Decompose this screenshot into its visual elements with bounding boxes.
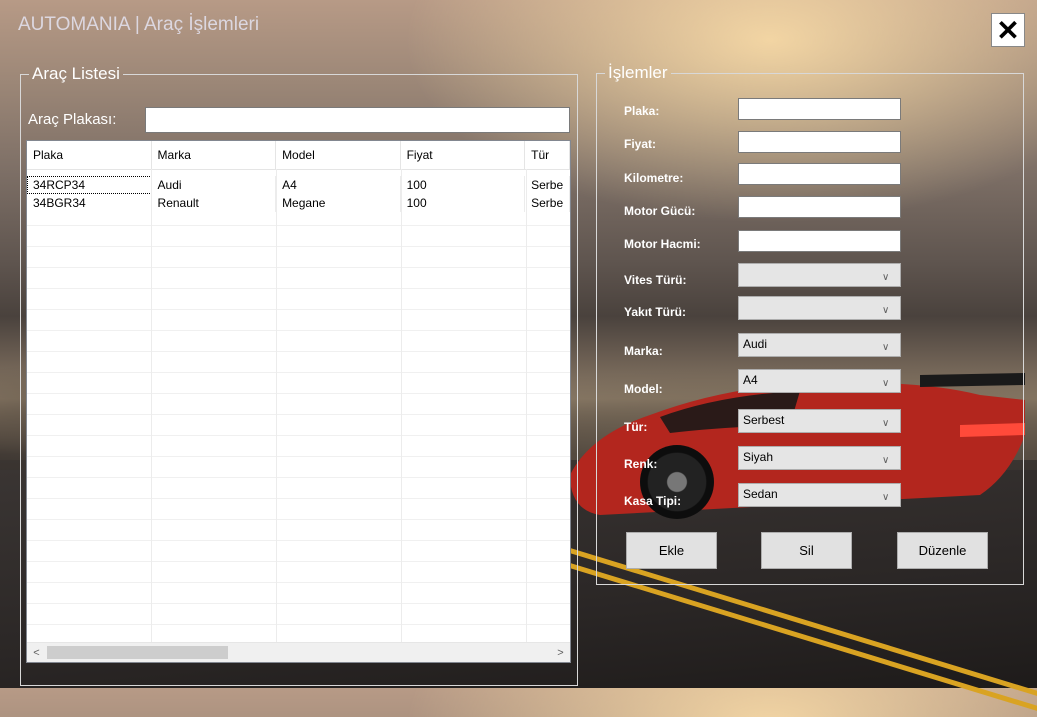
cell-model: A4 bbox=[276, 176, 401, 194]
model-select[interactable]: A4 ∨ bbox=[738, 369, 901, 393]
plaka-input[interactable] bbox=[738, 98, 901, 120]
table-row[interactable]: 34BGR34 Renault Megane 100 Serbe bbox=[27, 194, 570, 212]
cell-model: Megane bbox=[276, 194, 401, 212]
chevron-down-icon: ∨ bbox=[882, 305, 890, 316]
vites-turu-select[interactable]: ∨ bbox=[738, 263, 901, 287]
cell-plaka: 34RCP34 bbox=[27, 176, 152, 194]
chevron-down-icon: ∨ bbox=[882, 492, 890, 503]
motor-gucu-label: Motor Gücü: bbox=[624, 204, 696, 218]
listview-header: Plaka Marka Model Fiyat Tür bbox=[27, 141, 570, 170]
vites-turu-label: Vites Türü: bbox=[624, 273, 687, 287]
column-header-plaka[interactable]: Plaka bbox=[27, 141, 152, 169]
column-header-model[interactable]: Model bbox=[276, 141, 401, 169]
delete-button[interactable]: Sil bbox=[761, 532, 852, 569]
cell-fiyat: 100 bbox=[401, 194, 526, 212]
scroll-left-icon[interactable]: < bbox=[27, 643, 46, 662]
renk-label: Renk: bbox=[624, 457, 658, 471]
kilometre-label: Kilometre: bbox=[624, 171, 684, 185]
cell-tur: Serbe bbox=[525, 194, 570, 212]
chevron-down-icon: ∨ bbox=[882, 272, 890, 283]
operations-legend: İşlemler bbox=[608, 63, 668, 82]
tur-select[interactable]: Serbest ∨ bbox=[738, 409, 901, 433]
marka-value: Audi bbox=[743, 337, 768, 351]
fiyat-label: Fiyat: bbox=[624, 137, 657, 151]
vehicle-listview[interactable]: Plaka Marka Model Fiyat Tür 34RCP34 Audi… bbox=[26, 140, 571, 663]
renk-select[interactable]: Siyah ∨ bbox=[738, 446, 901, 470]
plaka-label: Plaka: bbox=[624, 104, 660, 118]
scroll-right-icon[interactable]: > bbox=[551, 643, 570, 662]
table-row[interactable]: 34RCP34 Audi A4 100 Serbe bbox=[27, 176, 570, 194]
listview-gridlines bbox=[27, 205, 570, 645]
column-header-marka[interactable]: Marka bbox=[152, 141, 277, 169]
yakit-turu-label: Yakıt Türü: bbox=[624, 305, 687, 319]
chevron-down-icon: ∨ bbox=[882, 342, 890, 353]
window-title: AUTOMANIA | Araç İşlemleri bbox=[18, 14, 260, 35]
cell-tur: Serbe bbox=[525, 176, 570, 194]
kasa-tipi-value: Sedan bbox=[743, 487, 778, 501]
renk-value: Siyah bbox=[743, 450, 774, 464]
tur-value: Serbest bbox=[743, 413, 785, 427]
model-label: Model: bbox=[624, 382, 663, 396]
kasa-tipi-select[interactable]: Sedan ∨ bbox=[738, 483, 901, 507]
vehicle-list-legend: Araç Listesi bbox=[32, 64, 120, 83]
horizontal-scrollbar[interactable]: < > bbox=[27, 642, 570, 662]
cell-fiyat: 100 bbox=[401, 176, 526, 194]
chevron-down-icon: ∨ bbox=[882, 455, 890, 466]
yakit-turu-select[interactable]: ∨ bbox=[738, 296, 901, 320]
motor-hacmi-label: Motor Hacmi: bbox=[624, 237, 701, 251]
fiyat-input[interactable] bbox=[738, 131, 901, 153]
plate-search-label: Araç Plakası: bbox=[28, 111, 117, 128]
cell-marka: Renault bbox=[152, 194, 277, 212]
column-header-tur[interactable]: Tür bbox=[525, 141, 570, 169]
close-icon[interactable]: ✕ bbox=[991, 13, 1025, 47]
cell-plaka: 34BGR34 bbox=[27, 194, 152, 212]
edit-button[interactable]: Düzenle bbox=[897, 532, 988, 569]
plate-search-input[interactable] bbox=[145, 107, 570, 133]
scrollbar-thumb[interactable] bbox=[47, 646, 228, 659]
marka-select[interactable]: Audi ∨ bbox=[738, 333, 901, 357]
chevron-down-icon: ∨ bbox=[882, 418, 890, 429]
kilometre-input[interactable] bbox=[738, 163, 901, 185]
tur-label: Tür: bbox=[624, 420, 648, 434]
kasa-tipi-label: Kasa Tipi: bbox=[624, 494, 682, 508]
marka-label: Marka: bbox=[624, 344, 663, 358]
model-value: A4 bbox=[743, 373, 758, 387]
column-header-fiyat[interactable]: Fiyat bbox=[401, 141, 526, 169]
listview-column-lines bbox=[27, 169, 570, 644]
cell-marka: Audi bbox=[152, 176, 277, 194]
motor-hacmi-input[interactable] bbox=[738, 230, 901, 252]
add-button[interactable]: Ekle bbox=[626, 532, 717, 569]
motor-gucu-input[interactable] bbox=[738, 196, 901, 218]
chevron-down-icon: ∨ bbox=[882, 378, 890, 389]
